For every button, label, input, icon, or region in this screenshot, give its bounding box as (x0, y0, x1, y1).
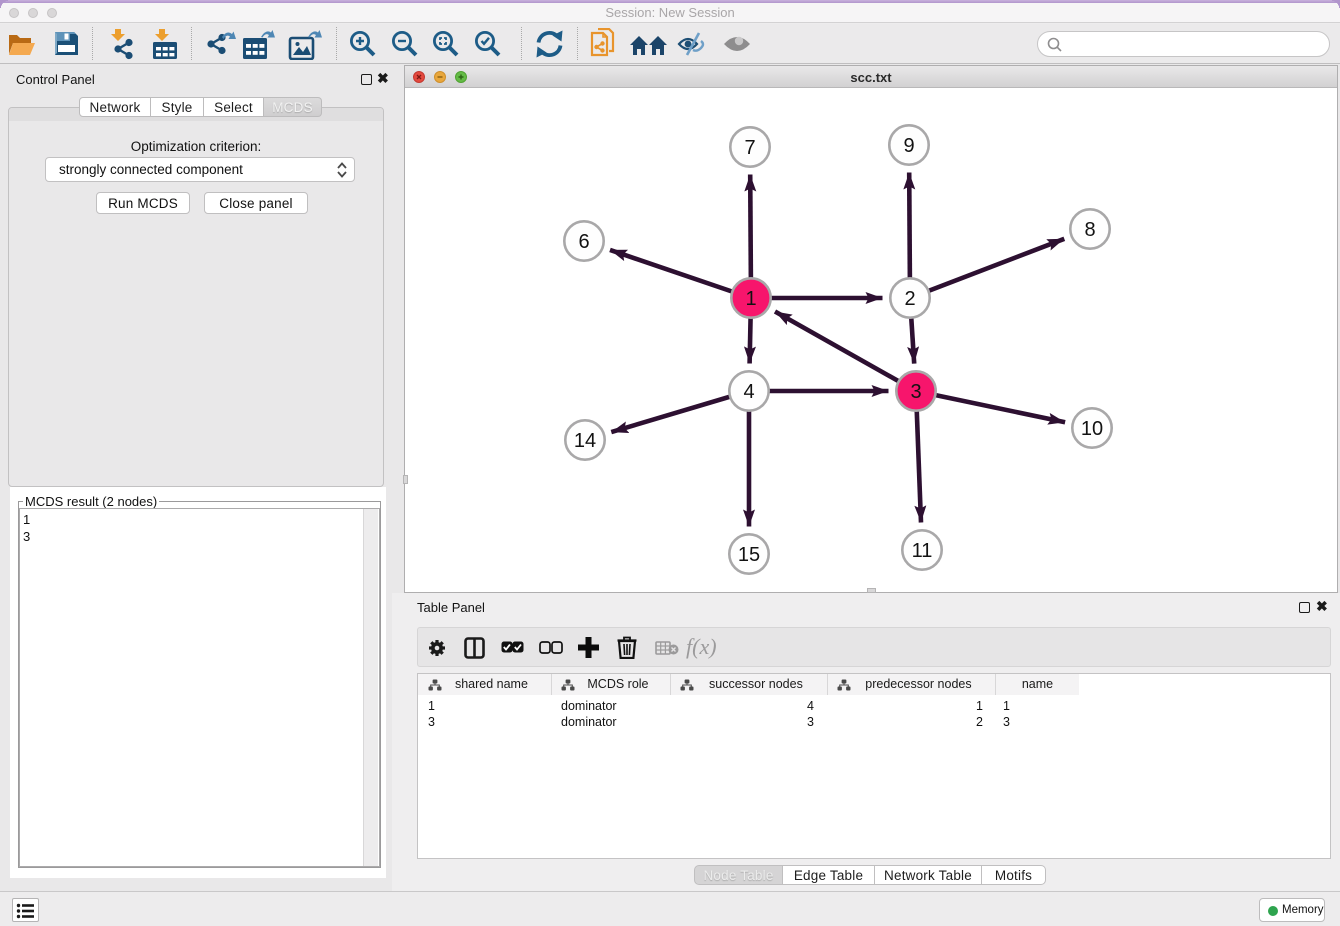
svg-text:10: 10 (1081, 418, 1103, 440)
svg-text:8: 8 (1084, 219, 1095, 241)
svg-text:7: 7 (744, 137, 755, 159)
svg-text:4: 4 (743, 381, 754, 403)
svg-text:15: 15 (738, 544, 760, 566)
svg-text:3: 3 (910, 381, 921, 403)
svg-text:6: 6 (578, 231, 589, 253)
svg-text:11: 11 (912, 540, 933, 562)
svg-text:1: 1 (745, 288, 756, 310)
svg-text:2: 2 (904, 288, 915, 310)
svg-text:14: 14 (574, 430, 596, 452)
svg-text:9: 9 (903, 135, 914, 157)
